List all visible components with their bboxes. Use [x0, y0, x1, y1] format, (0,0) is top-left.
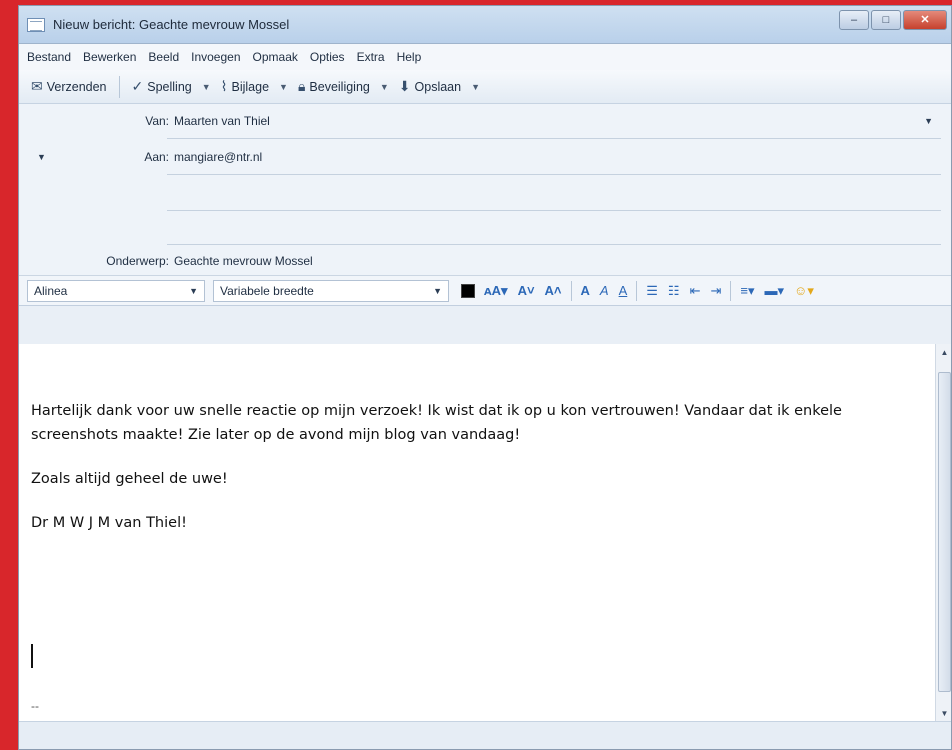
toolbar-divider	[118, 75, 120, 98]
indent-icon[interactable]: ⇥	[710, 283, 721, 299]
paragraph-style-select[interactable]: Alinea ▼	[27, 279, 205, 302]
format-divider	[730, 280, 732, 301]
download-arrow-icon: ⬇	[398, 78, 411, 94]
paragraph-style-value: Alinea	[34, 283, 68, 298]
minimize-button[interactable]: –	[839, 9, 869, 30]
menu-invoegen[interactable]: Invoegen	[191, 50, 240, 64]
menu-bestand[interactable]: Bestand	[27, 50, 71, 64]
font-value: Variabele breedte	[220, 283, 314, 298]
numbered-list-icon[interactable]: ☷	[668, 283, 680, 299]
window-controls: – □ ✕	[837, 9, 947, 30]
format-divider	[636, 280, 638, 301]
from-dropdown-icon[interactable]: ▼	[924, 116, 933, 126]
text-color-icon[interactable]	[461, 283, 475, 298]
increase-font-icon[interactable]: A˄	[545, 283, 562, 298]
send-label: Verzenden	[46, 79, 107, 94]
body-paragraph-name: Dr M W J M van Thiel!	[31, 515, 187, 531]
header-divider	[167, 138, 941, 139]
message-body-text: Hartelijk dank voor uw snelle reactie op…	[31, 399, 911, 555]
body-paragraph-closing: Zoals altijd geheel de uwe!	[31, 471, 228, 487]
from-row: Van: Maarten van Thiel ▼	[19, 108, 951, 134]
message-body-editor[interactable]: Hartelijk dank voor uw snelle reactie op…	[19, 344, 935, 721]
signature-separator: --	[31, 699, 39, 713]
send-icon: ✉	[31, 78, 43, 94]
format-divider	[570, 280, 572, 301]
maximize-button[interactable]: □	[871, 9, 901, 30]
italic-icon[interactable]: A	[600, 283, 609, 298]
to-label: Aan:	[144, 150, 169, 164]
outdent-icon[interactable]: ⇤	[690, 283, 701, 299]
attachment-dropdown-icon[interactable]: ▼	[273, 82, 294, 92]
chevron-down-icon: ▼	[433, 285, 442, 296]
menu-opties[interactable]: Opties	[310, 50, 345, 64]
subject-row: Onderwerp: Geachte mevrouw Mossel	[19, 248, 951, 274]
spelling-label: Spelling	[147, 79, 192, 94]
save-button[interactable]: ⬇ Opslaan	[395, 75, 465, 98]
paperclip-icon: ⌇	[220, 78, 228, 94]
underline-icon[interactable]: A	[619, 283, 628, 298]
font-select[interactable]: Variabele breedte ▼	[213, 279, 449, 302]
security-dropdown-icon[interactable]: ▼	[374, 82, 395, 92]
menu-help[interactable]: Help	[397, 50, 422, 64]
window-title: Nieuw bericht: Geachte mevrouw Mossel	[53, 17, 290, 32]
spelling-button[interactable]: ✓ Spelling	[128, 75, 196, 98]
spelling-dropdown-icon[interactable]: ▼	[196, 82, 217, 92]
recipient-field-line[interactable]	[167, 210, 941, 211]
format-toolbar: Alinea ▼ Variabele breedte ▼ ᴀA▾ A˅ A˄ A…	[19, 276, 951, 306]
send-button[interactable]: ✉ Verzenden	[27, 75, 111, 98]
attachment-button[interactable]: ⌇ Bijlage	[217, 75, 273, 98]
to-row: ▼ Aan: mangiare@ntr.nl	[19, 144, 951, 170]
bullet-list-icon[interactable]: ☰	[646, 283, 658, 299]
to-field[interactable]: mangiare@ntr.nl	[174, 150, 262, 164]
scroll-thumb[interactable]	[938, 372, 951, 692]
vertical-scrollbar[interactable]: ▲ ▼	[935, 344, 951, 721]
menu-bewerken[interactable]: Bewerken	[83, 50, 136, 64]
menu-extra[interactable]: Extra	[357, 50, 385, 64]
smiley-icon[interactable]: ☺▾	[794, 283, 814, 299]
close-button[interactable]: ✕	[903, 9, 947, 30]
align-icon[interactable]: ≡▾	[740, 283, 754, 299]
compose-window: Nieuw bericht: Geachte mevrouw Mossel – …	[18, 5, 952, 750]
title-bar: Nieuw bericht: Geachte mevrouw Mossel – …	[19, 6, 951, 44]
checkmark-icon: ✓	[131, 78, 144, 94]
from-label: Van:	[145, 114, 169, 128]
attachment-label: Bijlage	[231, 79, 270, 94]
chevron-down-icon: ▼	[189, 285, 198, 296]
menu-beeld[interactable]: Beeld	[148, 50, 179, 64]
insert-icon[interactable]: ▬▾	[765, 283, 785, 299]
menu-opmaak[interactable]: Opmaak	[253, 50, 298, 64]
font-size-icon[interactable]: ᴀA▾	[484, 283, 508, 299]
decrease-font-icon[interactable]: A˅	[518, 283, 535, 298]
scroll-up-icon[interactable]: ▲	[936, 344, 951, 360]
security-label: Beveiliging	[309, 79, 370, 94]
expand-recipients-icon[interactable]: ▼	[37, 152, 46, 162]
message-icon	[27, 17, 45, 32]
bold-icon[interactable]: A	[581, 283, 590, 298]
from-field[interactable]: Maarten van Thiel	[174, 114, 270, 128]
text-caret	[31, 644, 33, 668]
save-dropdown-icon[interactable]: ▼	[465, 82, 486, 92]
body-paragraph-thanks: Hartelijk dank voor uw snelle reactie op…	[31, 403, 842, 443]
subject-label: Onderwerp:	[106, 254, 169, 268]
status-bar	[19, 721, 951, 749]
security-button[interactable]: 🔒︎ Beveiliging	[294, 75, 374, 98]
save-label: Opslaan	[414, 79, 462, 94]
menu-bar: Bestand Bewerken Beeld Invoegen Opmaak O…	[19, 44, 951, 70]
subject-field[interactable]: Geachte mevrouw Mossel	[174, 254, 313, 268]
message-headers: Van: Maarten van Thiel ▼ ▼ Aan: mangiare…	[19, 104, 951, 276]
header-divider	[167, 174, 941, 175]
recipient-field-line[interactable]	[167, 244, 941, 245]
toolbar: ✉ Verzenden ✓ Spelling ▼ ⌇ Bijlage ▼ 🔒︎ …	[19, 70, 951, 104]
lock-icon: 🔒︎	[297, 78, 306, 94]
scroll-down-icon[interactable]: ▼	[936, 705, 951, 721]
